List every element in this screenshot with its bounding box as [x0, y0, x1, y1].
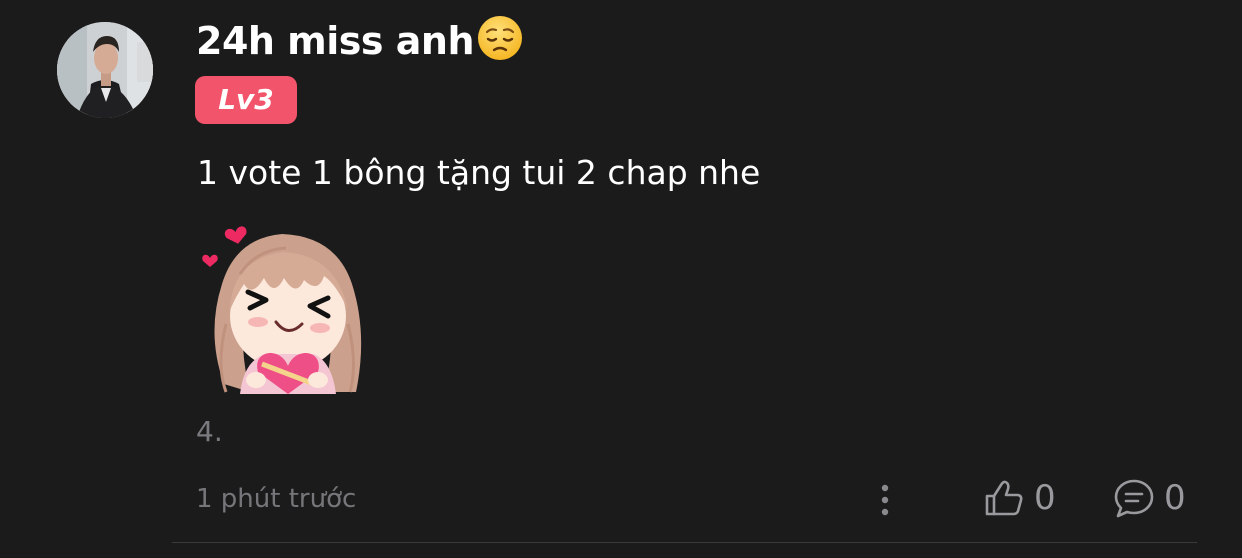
girl-holding-heart-sticker	[196, 214, 368, 394]
reply-count: 0	[1164, 478, 1186, 518]
timestamp: 1 phút trước	[196, 484, 357, 514]
pensive-face-icon	[476, 14, 524, 74]
thumbs-up-icon	[985, 480, 1023, 516]
comment-extra-text: 4.	[196, 415, 223, 448]
avatar[interactable]	[57, 22, 153, 118]
like-count: 0	[1034, 478, 1056, 518]
like-button[interactable]: 0	[982, 476, 1056, 520]
comment-text: 1 vote 1 bông tặng tui 2 chap nhe	[197, 153, 761, 192]
vertical-dots-icon	[881, 484, 889, 516]
reply-button[interactable]: 0	[1112, 476, 1186, 520]
author-name[interactable]: 24h miss anh	[196, 14, 524, 74]
comment-item: 24h miss anh Lv3 1 vote 1 bông tặng tui …	[0, 0, 1242, 558]
level-badge: Lv3	[195, 76, 297, 124]
more-options-button[interactable]	[868, 480, 902, 520]
speech-bubble-icon	[1114, 479, 1154, 518]
divider	[172, 542, 1197, 543]
author-name-text: 24h miss anh	[196, 19, 475, 63]
